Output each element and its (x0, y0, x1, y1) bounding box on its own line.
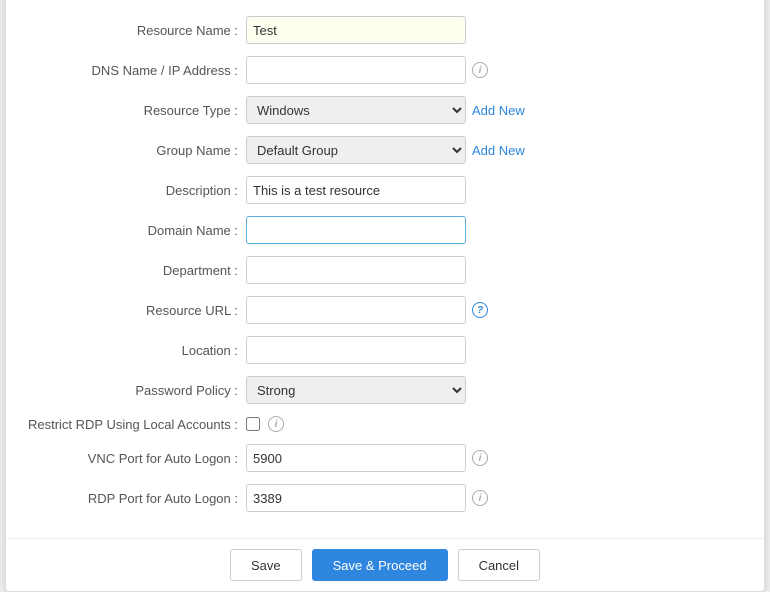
domain-name-input[interactable] (246, 216, 466, 244)
vnc-port-label: VNC Port for Auto Logon (26, 451, 246, 466)
group-name-label: Group Name (26, 143, 246, 158)
restrict-rdp-info-icon[interactable]: i (268, 416, 284, 432)
group-name-select[interactable]: Default Group (246, 136, 466, 164)
resource-url-info-icon[interactable]: ? (472, 302, 488, 318)
restrict-rdp-controls: i (246, 416, 284, 432)
location-label: Location (26, 343, 246, 358)
department-input[interactable] (246, 256, 466, 284)
resource-url-label: Resource URL (26, 303, 246, 318)
rdp-port-input[interactable] (246, 484, 466, 512)
rdp-port-row: RDP Port for Auto Logon i document.query… (26, 484, 744, 512)
vnc-port-input[interactable] (246, 444, 466, 472)
vnc-port-info-icon[interactable]: i (472, 450, 488, 466)
domain-name-label: Domain Name (26, 223, 246, 238)
resource-name-label: Resource Name (26, 23, 246, 38)
restrict-rdp-label: Restrict RDP Using Local Accounts (26, 417, 246, 432)
restrict-rdp-checkbox[interactable] (246, 417, 260, 431)
dns-name-label: DNS Name / IP Address (26, 63, 246, 78)
description-row: Description document.querySelector('[dat… (26, 176, 744, 204)
dns-name-row: DNS Name / IP Address i (26, 56, 744, 84)
dialog-body: Resource Name document.querySelector('[d… (6, 0, 764, 534)
save-button[interactable]: Save (230, 549, 302, 581)
dialog-footer: Save Save & Proceed Cancel (6, 538, 764, 591)
resource-type-row: Resource Type Windows Linux Mac Add New (26, 96, 744, 124)
department-row: Department (26, 256, 744, 284)
password-policy-row: Password Policy Strong Medium Weak (26, 376, 744, 404)
resource-url-input[interactable] (246, 296, 466, 324)
resource-url-row: Resource URL ? (26, 296, 744, 324)
department-label: Department (26, 263, 246, 278)
rdp-port-label: RDP Port for Auto Logon (26, 491, 246, 506)
location-row: Location (26, 336, 744, 364)
save-proceed-button[interactable]: Save & Proceed (312, 549, 448, 581)
dns-name-input[interactable] (246, 56, 466, 84)
resource-type-select[interactable]: Windows Linux Mac (246, 96, 466, 124)
cancel-button[interactable]: Cancel (458, 549, 540, 581)
location-input[interactable] (246, 336, 466, 364)
restrict-rdp-row: Restrict RDP Using Local Accounts i (26, 416, 744, 432)
add-resource-dialog: Add Resource i × Resource Name document.… (5, 0, 765, 592)
resource-type-add-new-link[interactable]: Add New (472, 103, 525, 118)
resource-type-label: Resource Type (26, 103, 246, 118)
group-name-row: Group Name Default Group Add New (26, 136, 744, 164)
password-policy-select[interactable]: Strong Medium Weak (246, 376, 466, 404)
resource-name-row: Resource Name document.querySelector('[d… (26, 16, 744, 44)
rdp-port-info-icon[interactable]: i (472, 490, 488, 506)
domain-name-row: Domain Name (26, 216, 744, 244)
resource-name-input[interactable] (246, 16, 466, 44)
dns-info-icon[interactable]: i (472, 62, 488, 78)
description-input[interactable] (246, 176, 466, 204)
password-policy-label: Password Policy (26, 383, 246, 398)
vnc-port-row: VNC Port for Auto Logon i document.query… (26, 444, 744, 472)
description-label: Description (26, 183, 246, 198)
group-name-add-new-link[interactable]: Add New (472, 143, 525, 158)
